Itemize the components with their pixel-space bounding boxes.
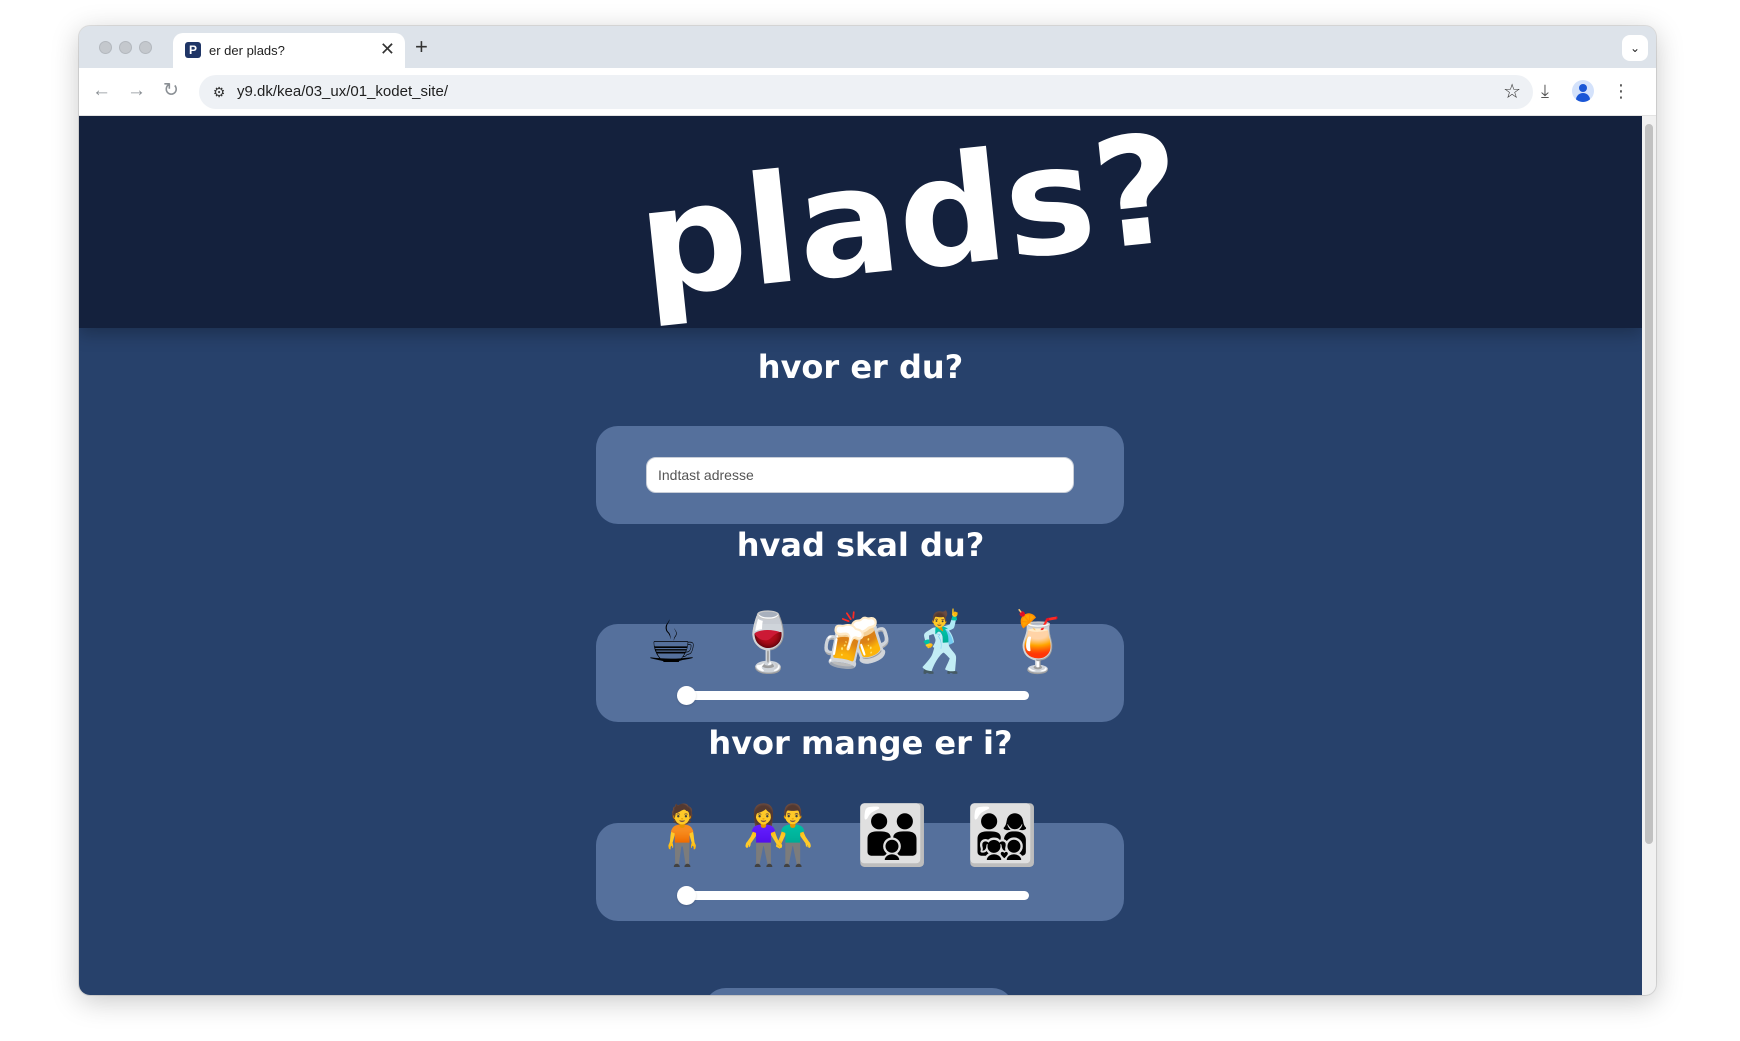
- beer-mugs-icon: 🍻: [820, 608, 893, 676]
- coffee-icon: ☕: [646, 608, 698, 676]
- new-tab-button[interactable]: +: [415, 35, 428, 59]
- tab-search-button[interactable]: ⌄: [1622, 35, 1648, 61]
- address-bar[interactable]: ⚙ y9.dk/kea/03_ux/01_kodet_site/ ☆: [199, 75, 1533, 109]
- logo-text: plads?: [631, 116, 1190, 328]
- tab-strip: P er der plads? ✕ + ⌄: [79, 26, 1656, 68]
- activity-panel: ☕ 🍷 🍻 🕺 🍹: [596, 610, 1124, 722]
- group-size-slider[interactable]: [681, 891, 1029, 900]
- scrollbar-thumb[interactable]: [1645, 124, 1653, 844]
- group-size-slider-thumb[interactable]: [677, 886, 696, 905]
- profile-avatar-icon[interactable]: [1572, 80, 1594, 102]
- reload-button[interactable]: ↻: [163, 80, 179, 102]
- large-family-icon: 👨‍👩‍👧‍👦: [966, 801, 1039, 869]
- close-window-button[interactable]: [99, 41, 112, 54]
- browser-window: P er der plads? ✕ + ⌄ ← → ↻ ⚙ y9.dk/kea/…: [79, 26, 1656, 995]
- site-favicon-icon: P: [185, 42, 201, 58]
- location-heading: hvor er du?: [757, 348, 964, 386]
- wine-glass-icon: 🍷: [732, 608, 805, 676]
- logo: plads?: [631, 116, 1190, 328]
- back-button[interactable]: ←: [92, 80, 111, 102]
- activity-slider[interactable]: [681, 691, 1029, 700]
- tab-title: er der plads?: [209, 43, 285, 58]
- couple-icon: 👫: [742, 801, 815, 869]
- dancing-man-icon: 🕺: [906, 608, 979, 676]
- location-panel: [596, 426, 1124, 524]
- scrollbar[interactable]: [1642, 116, 1656, 995]
- tab-close-icon[interactable]: ✕: [380, 39, 395, 59]
- group-size-panel: 🧍 👫 👪 👨‍👩‍👧‍👦: [596, 803, 1124, 921]
- group-size-heading: hvor mange er i?: [708, 724, 1013, 762]
- family-icon: 👪: [856, 801, 929, 869]
- forward-button[interactable]: →: [127, 80, 146, 102]
- browser-menu-icon[interactable]: ⋮: [1612, 79, 1630, 103]
- page-viewport: plads? hvor er du? hvad skal du? ☕ 🍷 🍻 🕺…: [79, 116, 1642, 995]
- address-input[interactable]: [646, 457, 1074, 493]
- activity-slider-thumb[interactable]: [677, 686, 696, 705]
- url-text[interactable]: y9.dk/kea/03_ux/01_kodet_site/: [237, 83, 448, 100]
- site-settings-icon[interactable]: ⚙: [209, 82, 229, 102]
- one-person-icon: 🧍: [646, 801, 719, 869]
- download-icon[interactable]: ⤓: [1541, 79, 1549, 103]
- minimize-window-button[interactable]: [119, 41, 132, 54]
- submit-button[interactable]: [704, 988, 1014, 995]
- tropical-drink-icon: 🍹: [1002, 608, 1075, 676]
- bookmark-star-icon[interactable]: ☆: [1503, 79, 1521, 105]
- maximize-window-button[interactable]: [139, 41, 152, 54]
- activity-heading: hvad skal du?: [736, 526, 985, 564]
- tab-active[interactable]: P er der plads? ✕: [173, 33, 405, 68]
- hero-banner: plads?: [79, 116, 1642, 328]
- browser-toolbar: ← → ↻ ⚙ y9.dk/kea/03_ux/01_kodet_site/ ☆…: [79, 68, 1656, 116]
